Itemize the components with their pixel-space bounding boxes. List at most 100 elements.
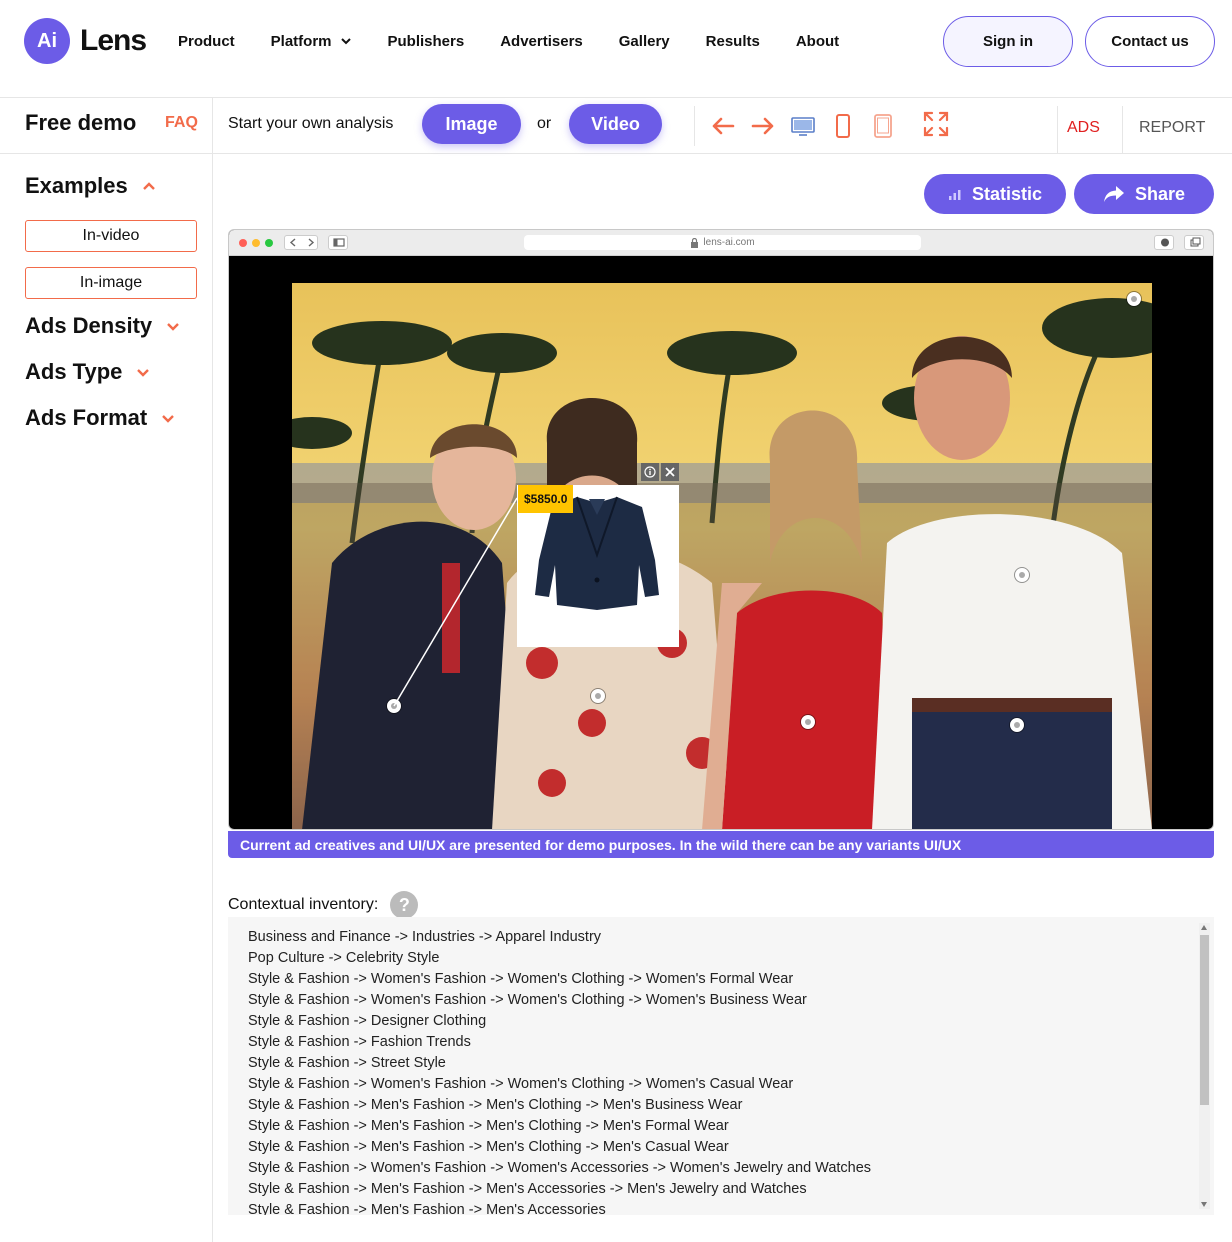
product-hotspot[interactable] [387,699,401,713]
statistic-button[interactable]: Statistic [924,174,1066,214]
ad-price-tag: $5850.0 [518,485,574,513]
tabs-icon[interactable] [1184,235,1204,250]
menu-item-gallery[interactable]: Gallery [619,30,670,52]
list-item: Pop Culture -> Celebrity Style [248,950,440,966]
examples-label: Examples [25,173,128,198]
ads-type-toggle[interactable]: Ads Type [25,359,150,385]
or-label: or [537,115,552,132]
list-item: Style & Fashion -> Men's Fashion -> Men'… [248,1181,807,1197]
phone-icon[interactable] [829,112,857,140]
chevron-down-icon [162,415,175,423]
upload-image-button[interactable]: Image [422,104,521,144]
chevron-up-icon [142,182,155,190]
scroll-down-arrow[interactable] [1201,1202,1207,1207]
statistic-label: Statistic [971,183,1043,204]
product-hotspot[interactable] [1015,568,1029,582]
list-item: Business and Finance -> Industries -> Ap… [248,929,602,945]
menu-item-product[interactable]: Product [178,30,235,52]
share-label: Share [1134,183,1186,204]
chevron-down-icon [167,323,180,331]
chevron-down-icon [137,369,150,377]
contact-us-button[interactable]: Contact us [1085,16,1215,67]
divider [694,106,695,146]
list-item: Style & Fashion -> Women's Fashion -> Wo… [248,992,807,1008]
list-item: Style & Fashion -> Men's Fashion -> Men'… [248,1202,606,1215]
sidebar-toggle-icon[interactable] [328,235,348,250]
main-menu: Product Platform Publishers Advertisers … [178,30,875,52]
logo-badge: Ai [24,18,70,64]
divider [1122,106,1123,154]
arrow-left-icon[interactable] [709,112,737,140]
demo-notice-banner: Current ad creatives and UI/UX are prese… [228,831,1214,858]
list-item: Style & Fashion -> Men's Fashion -> Men'… [248,1118,729,1134]
maximize-window-dot[interactable] [265,239,273,247]
top-navigation: Ai Lens Product Platform Publishers Adve… [0,0,1232,98]
contextual-inventory-label: Contextual inventory: [228,896,379,913]
in-image-button[interactable]: In-image [25,267,197,299]
minimize-window-dot[interactable] [252,239,260,247]
scroll-thumb[interactable] [1200,935,1209,1105]
scrollbar[interactable] [1199,923,1210,1209]
menu-item-about[interactable]: About [796,30,839,52]
fullscreen-icon[interactable] [922,110,950,138]
browser-toolbar: lens-ai.com [229,230,1213,256]
free-demo-title: Free demo [25,110,137,135]
arrow-right-icon[interactable] [749,112,777,140]
menu-item-platform[interactable]: Platform [271,30,352,52]
list-item: Style & Fashion -> Fashion Trends [248,1034,471,1050]
chevron-down-icon [340,38,351,45]
list-item: Style & Fashion -> Women's Fashion -> Wo… [248,1160,872,1176]
start-analysis-label: Start your own analysis [228,115,394,132]
contextual-inventory-header: Contextual inventory: ? [228,891,419,919]
tab-ads[interactable]: ADS [1067,119,1100,137]
menu-item-publishers[interactable]: Publishers [388,30,465,52]
desktop-icon[interactable] [789,112,817,140]
product-hotspot[interactable] [801,715,815,729]
ads-format-label: Ads Format [25,405,148,430]
help-icon[interactable]: ? [390,891,419,919]
faq-link[interactable]: FAQ [165,114,198,132]
list-item: Style & Fashion -> Women's Fashion -> Wo… [248,1076,794,1092]
upload-video-button[interactable]: Video [569,104,662,144]
nav-back-forward[interactable] [284,235,318,250]
list-item: Style & Fashion -> Street Style [248,1055,446,1071]
info-icon[interactable] [641,463,659,481]
browser-frame: lens-ai.com $5850.0 [228,229,1214,830]
in-video-button[interactable]: In-video [25,220,197,252]
lock-icon [691,237,699,248]
demo-toolbar: Free demo FAQ Start your own analysis Im… [0,98,1232,154]
list-item: Style & Fashion -> Men's Fashion -> Men'… [248,1097,743,1113]
ads-density-label: Ads Density [25,313,153,338]
menu-item-results[interactable]: Results [706,30,760,52]
tab-report[interactable]: REPORT [1139,119,1205,137]
menu-item-label: Platform [270,32,332,50]
share-button[interactable]: Share [1074,174,1214,214]
ads-density-toggle[interactable]: Ads Density [25,313,180,339]
list-item: Style & Fashion -> Men's Fashion -> Men'… [248,1139,729,1155]
share-icon [1103,186,1124,202]
tablet-icon[interactable] [869,112,897,140]
close-icon[interactable] [661,463,679,481]
scroll-up-arrow[interactable] [1201,925,1207,930]
product-hotspot[interactable] [1010,718,1024,732]
url-text: lens-ai.com [703,237,755,248]
list-item: Style & Fashion -> Designer Clothing [248,1013,487,1029]
sign-in-button[interactable]: Sign in [943,16,1073,67]
product-hotspot[interactable] [1127,292,1141,306]
download-icon[interactable] [1154,235,1174,250]
logo[interactable]: Ai Lens [24,18,147,64]
product-hotspot[interactable] [591,689,605,703]
close-window-dot[interactable] [239,239,247,247]
list-item: Style & Fashion -> Women's Fashion -> Wo… [248,971,794,987]
contextual-inventory-list[interactable]: Business and Finance -> Industries -> Ap… [228,917,1214,1215]
demo-photo [292,283,1152,829]
divider [1057,106,1058,154]
ads-format-toggle[interactable]: Ads Format [25,405,175,431]
ads-type-label: Ads Type [25,359,123,384]
examples-toggle[interactable]: Examples [25,173,156,199]
menu-item-advertisers[interactable]: Advertisers [500,30,583,52]
inventory-items: Business and Finance -> Industries -> Ap… [248,927,871,1215]
sidebar-divider [212,98,213,1242]
url-bar[interactable]: lens-ai.com [524,235,921,250]
chart-icon [948,190,961,200]
